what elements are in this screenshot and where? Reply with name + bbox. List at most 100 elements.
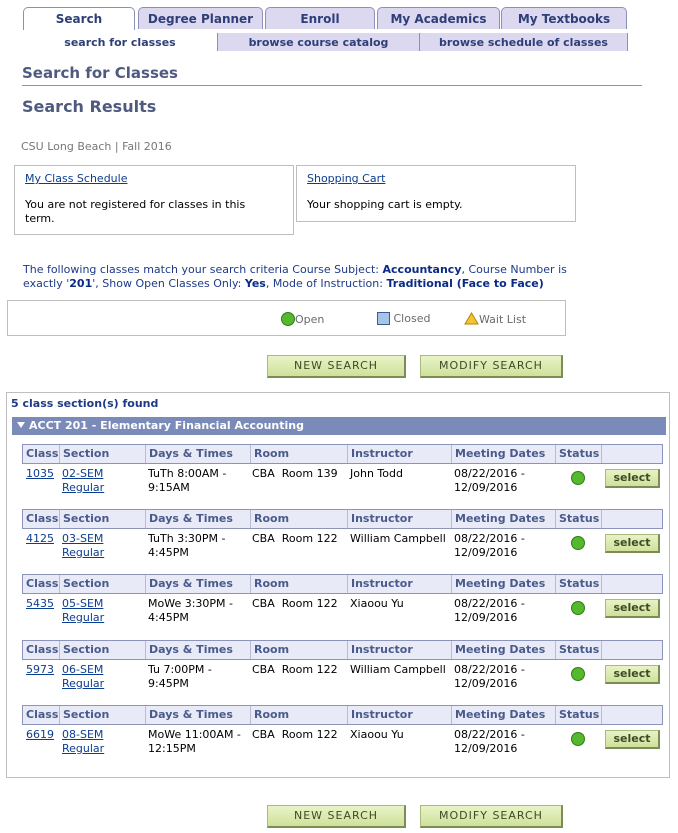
section-link[interactable]: 06-SEM	[62, 663, 104, 677]
closed-status-icon	[377, 312, 390, 325]
criteria-mode: Traditional (Face to Face)	[386, 277, 544, 290]
section-link[interactable]: 03-SEM	[62, 532, 104, 546]
section-link[interactable]: 02-SEM	[62, 467, 104, 481]
course-header[interactable]: ACCT 201 - Elementary Financial Accounti…	[12, 417, 666, 435]
column-header-class: Class	[26, 708, 59, 721]
new-search-button-bottom[interactable]: NEW SEARCH	[267, 805, 406, 828]
select-class-button[interactable]: select	[605, 730, 660, 749]
column-header-room: Room	[250, 641, 347, 659]
select-class-button[interactable]: select	[605, 599, 660, 618]
instructor-cell: Xiaoou Yu	[350, 597, 404, 610]
open-status-icon	[571, 732, 585, 746]
legend-open: Open	[281, 312, 324, 326]
days-times-text: 4:45PM	[148, 546, 189, 559]
section-cell: 06-SEM Regular	[62, 663, 104, 691]
page-title: Search for Classes	[22, 64, 178, 82]
select-class-button[interactable]: select	[605, 469, 660, 488]
column-header-days: Days & Times	[145, 706, 250, 724]
subtab-browse-course-catalog[interactable]: browse course catalog	[217, 33, 419, 51]
legend-closed: Closed	[377, 312, 430, 325]
tab-my-academics[interactable]: My Academics	[377, 7, 500, 29]
shopping-cart-box: Shopping Cart Your shopping cart is empt…	[296, 165, 576, 222]
meeting-date-text: 12/09/2016	[454, 611, 518, 624]
section-header-row: Class Section Days & Times Room Instructor Me…	[22, 444, 663, 464]
subtab-search-for-classes[interactable]: search for classes	[23, 33, 217, 51]
meeting-date-text: 12/09/2016	[454, 546, 518, 559]
column-header-dates: Meeting Dates	[451, 510, 555, 528]
section-link[interactable]: 08-SEM	[62, 728, 104, 742]
column-header-section: Section	[59, 445, 145, 463]
section-cell: 05-SEM Regular	[62, 597, 104, 625]
meeting-date-text: 12/09/2016	[454, 742, 518, 755]
column-header-action	[601, 575, 663, 593]
column-header-days: Days & Times	[145, 641, 250, 659]
select-class-button[interactable]: select	[605, 665, 660, 684]
days-times-text: 9:15AM	[148, 481, 190, 494]
legend-waitlist-label: Wait List	[479, 313, 527, 326]
column-header-room: Room	[250, 706, 347, 724]
class-section: Class Section Days & Times Room Instructor Me…	[22, 640, 663, 700]
component-link[interactable]: Regular	[62, 611, 104, 625]
meeting-dates-cell: 08/22/2016 -12/09/2016	[454, 663, 525, 691]
class-schedule-box: My Class Schedule You are not registered…	[14, 165, 294, 235]
column-header-room: Room	[250, 575, 347, 593]
section-link[interactable]: 05-SEM	[62, 597, 104, 611]
class-number-link[interactable]: 5435	[26, 597, 54, 611]
collapse-triangle-icon[interactable]	[17, 422, 25, 428]
title-divider	[22, 85, 642, 86]
component-link[interactable]: Regular	[62, 481, 104, 495]
class-number-link[interactable]: 1035	[26, 467, 54, 481]
column-header-status: Status	[555, 575, 601, 593]
component-link[interactable]: Regular	[62, 677, 104, 691]
class-number-link[interactable]: 5973	[26, 663, 54, 677]
shopping-cart-link[interactable]: Shopping Cart	[307, 172, 385, 185]
meeting-dates-cell: 08/22/2016 -12/09/2016	[454, 597, 525, 625]
tab-degree-planner[interactable]: Degree Planner	[138, 7, 263, 29]
tab-search[interactable]: Search	[23, 7, 135, 30]
criteria-text: ', Show Open Classes Only:	[92, 277, 245, 290]
days-times-cell: Tu 7:00PM -9:45PM	[148, 663, 212, 691]
class-number-link[interactable]: 6619	[26, 728, 54, 742]
meeting-dates-cell: 08/22/2016 -12/09/2016	[454, 532, 525, 560]
instructor-cell: William Campbell	[350, 663, 446, 676]
meeting-date-text: 12/09/2016	[454, 677, 518, 690]
component-link[interactable]: Regular	[62, 742, 104, 756]
column-header-days: Days & Times	[145, 445, 250, 463]
subtab-browse-schedule[interactable]: browse schedule of classes	[419, 33, 628, 51]
tab-my-textbooks[interactable]: My Textbooks	[501, 7, 627, 29]
modify-search-button[interactable]: MODIFY SEARCH	[420, 355, 563, 378]
class-section: Class Section Days & Times Room Instructor Me…	[22, 574, 663, 634]
column-header-dates: Meeting Dates	[451, 575, 555, 593]
instructor-cell: William Campbell	[350, 532, 446, 545]
results-panel: 5 class section(s) found ACCT 201 - Elem…	[6, 392, 670, 778]
column-header-dates: Meeting Dates	[451, 641, 555, 659]
sections-found: 5 class section(s) found	[11, 397, 159, 410]
select-class-button[interactable]: select	[605, 534, 660, 553]
new-search-button[interactable]: NEW SEARCH	[267, 355, 406, 378]
section-cell: 03-SEM Regular	[62, 532, 104, 560]
class-number-link[interactable]: 4125	[26, 532, 54, 546]
room-cell: CBA Room 122	[252, 597, 338, 610]
wait-list-icon	[464, 312, 479, 325]
class-section: Class Section Days & Times Room Instructor Me…	[22, 509, 663, 569]
meeting-date-text: 08/22/2016 -	[454, 728, 525, 741]
my-class-schedule-link[interactable]: My Class Schedule	[25, 172, 127, 185]
meeting-dates-cell: 08/22/2016 -12/09/2016	[454, 728, 525, 756]
meeting-date-text: 12/09/2016	[454, 481, 518, 494]
tab-enroll[interactable]: Enroll	[265, 7, 375, 29]
modify-search-button-bottom[interactable]: MODIFY SEARCH	[420, 805, 563, 828]
column-header-instructor: Instructor	[347, 641, 451, 659]
column-header-days: Days & Times	[145, 575, 250, 593]
criteria-text: , Mode of Instruction:	[265, 277, 387, 290]
column-header-instructor: Instructor	[347, 445, 451, 463]
meeting-date-text: 08/22/2016 -	[454, 467, 525, 480]
component-link[interactable]: Regular	[62, 546, 104, 560]
section-header-row: Class Section Days & Times Room Instructor Me…	[22, 574, 663, 594]
class-section: Class Section Days & Times Room Instructor Me…	[22, 444, 663, 504]
room-cell: CBA Room 122	[252, 663, 338, 676]
column-header-class: Class	[26, 512, 59, 525]
days-times-text: MoWe 3:30PM -	[148, 597, 234, 610]
days-times-text: Tu 7:00PM -	[148, 663, 212, 676]
course-title: ACCT 201 - Elementary Financial Accounti…	[29, 419, 304, 432]
column-header-instructor: Instructor	[347, 575, 451, 593]
